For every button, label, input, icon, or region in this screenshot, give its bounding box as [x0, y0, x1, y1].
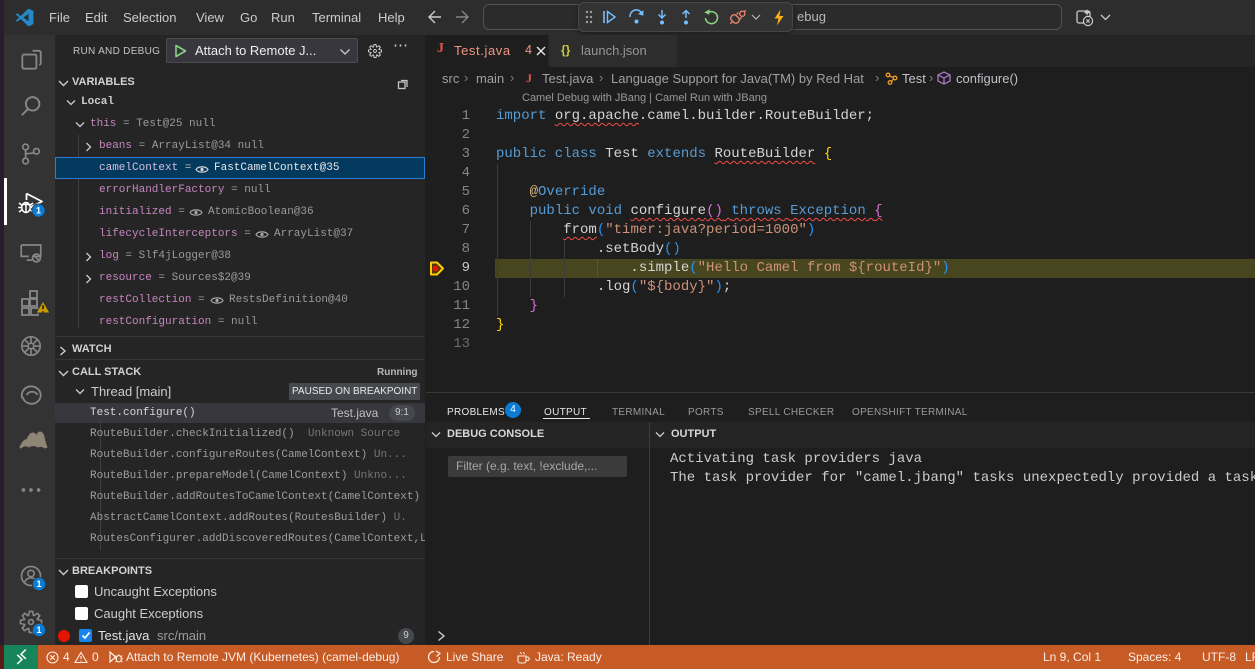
svg-text:1: 1	[36, 579, 41, 589]
svg-text:1: 1	[36, 625, 41, 635]
svg-text:1: 1	[36, 206, 41, 216]
